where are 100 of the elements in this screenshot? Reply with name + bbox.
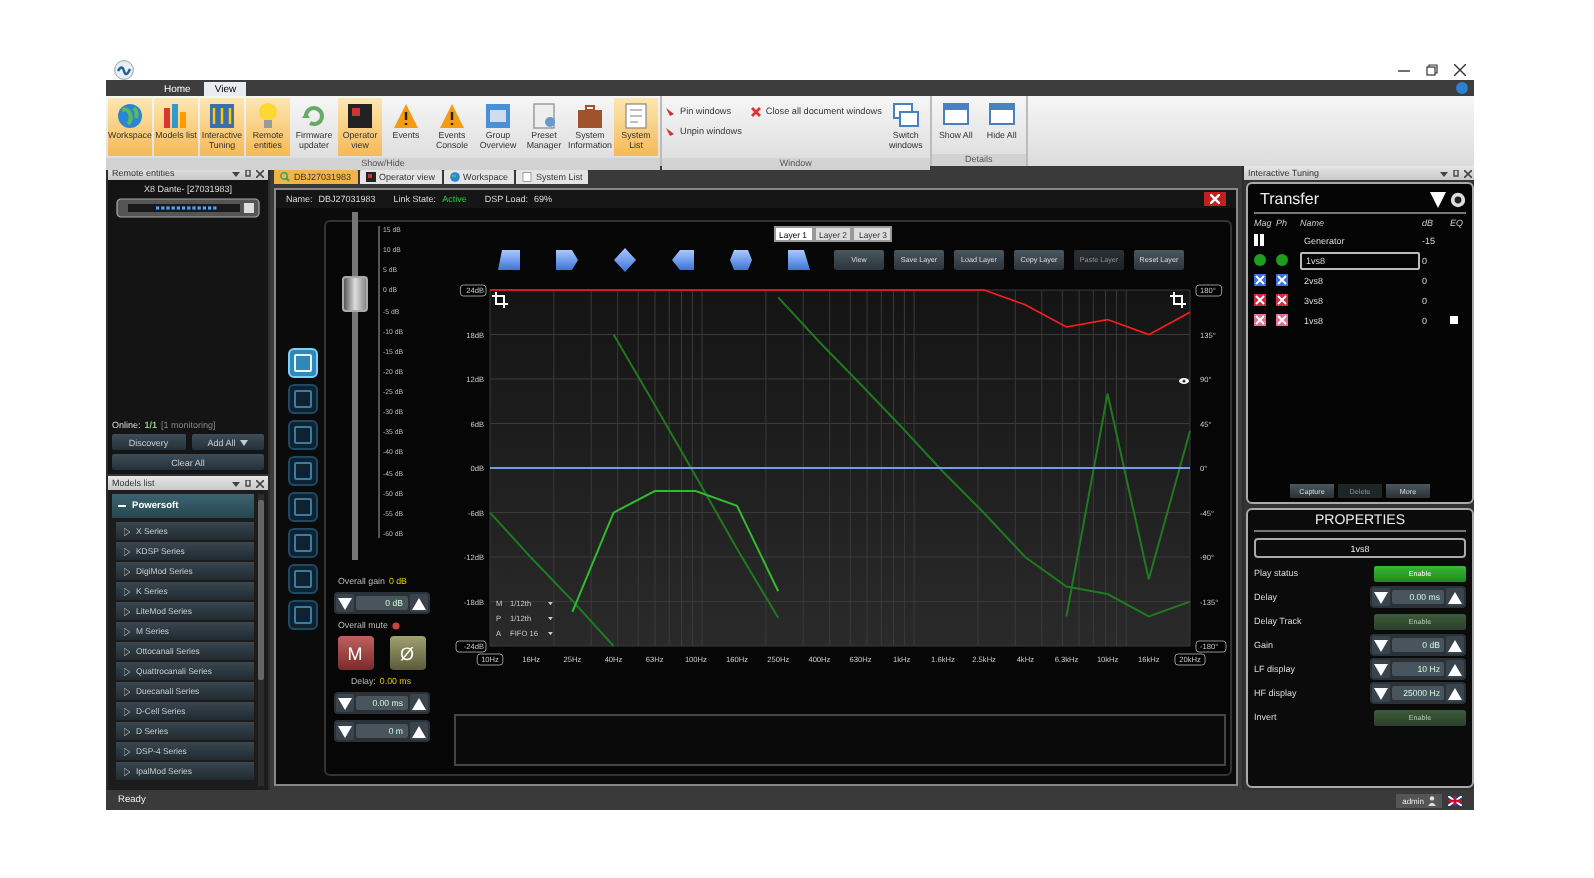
briefcase-icon bbox=[576, 102, 604, 130]
refresh-icon bbox=[300, 102, 328, 130]
window-icon bbox=[484, 102, 512, 130]
diamond-icon[interactable] bbox=[612, 247, 638, 271]
decrease-button[interactable] bbox=[1372, 636, 1390, 654]
increase-button[interactable] bbox=[1446, 588, 1464, 606]
close-icon[interactable] bbox=[1454, 64, 1466, 76]
expand-arrow-icon bbox=[124, 767, 130, 775]
hidden-trace-icon[interactable] bbox=[1254, 294, 1266, 306]
hidden-trace-icon[interactable] bbox=[1254, 274, 1266, 286]
expand-arrow-icon bbox=[124, 707, 130, 715]
collapse-icon bbox=[118, 502, 126, 510]
decrease-button[interactable] bbox=[1372, 588, 1390, 606]
increase-button[interactable] bbox=[1446, 636, 1464, 654]
funnel-icon[interactable] bbox=[1430, 191, 1446, 207]
pin-icon[interactable] bbox=[244, 479, 252, 487]
hidden-trace-icon[interactable] bbox=[1276, 294, 1288, 306]
down-triangle-icon bbox=[337, 697, 351, 709]
expand-arrow-icon bbox=[124, 647, 130, 655]
document-icon bbox=[530, 102, 558, 130]
crop-icon[interactable] bbox=[1169, 291, 1187, 309]
expand-arrow-icon bbox=[124, 667, 130, 675]
document-icon bbox=[521, 171, 532, 181]
increase-button[interactable] bbox=[1446, 684, 1464, 702]
warning-icon bbox=[438, 102, 466, 130]
fader-thumb[interactable] bbox=[341, 276, 367, 313]
up-triangle-icon bbox=[411, 725, 425, 737]
restore-icon[interactable] bbox=[1426, 64, 1438, 76]
increase-button[interactable] bbox=[409, 694, 427, 712]
close-button[interactable] bbox=[1204, 192, 1226, 206]
record-icon bbox=[391, 621, 400, 629]
hexagon-icon[interactable] bbox=[728, 247, 754, 271]
expand-arrow-icon bbox=[124, 627, 130, 635]
transfer-title: Transfer bbox=[1258, 190, 1321, 208]
gear-icon[interactable] bbox=[1450, 191, 1466, 207]
monitor-icon bbox=[346, 102, 374, 130]
hidden-trace-icon[interactable] bbox=[1276, 274, 1288, 286]
decrease-button[interactable] bbox=[335, 722, 353, 740]
dot-icon[interactable] bbox=[1276, 254, 1288, 266]
decrease-button[interactable] bbox=[1372, 660, 1390, 678]
bar-chart-icon bbox=[162, 102, 190, 130]
pin-icon[interactable] bbox=[244, 169, 252, 177]
trapezoid-icon[interactable] bbox=[496, 247, 522, 271]
expand-arrow-icon bbox=[124, 747, 130, 755]
pin-icon[interactable] bbox=[1452, 169, 1460, 177]
expand-arrow-icon bbox=[124, 567, 130, 575]
up-triangle-icon bbox=[411, 597, 425, 609]
app-logo-icon[interactable] bbox=[114, 60, 134, 80]
document-icon bbox=[622, 102, 650, 130]
eye-icon[interactable] bbox=[1179, 378, 1189, 384]
close-icon[interactable] bbox=[256, 479, 264, 487]
close-icon[interactable] bbox=[1464, 169, 1472, 177]
dot-icon[interactable] bbox=[1254, 254, 1266, 266]
amplifier-drawing bbox=[116, 198, 260, 218]
expand-arrow-icon bbox=[124, 527, 130, 535]
phase-invert-button[interactable]: Ø bbox=[389, 636, 425, 670]
trapezoid-icon[interactable] bbox=[786, 247, 812, 271]
close-icon bbox=[1210, 194, 1220, 204]
warning-icon bbox=[392, 102, 420, 130]
close-icon bbox=[749, 105, 762, 117]
magnifier-icon bbox=[280, 171, 290, 181]
decrease-button[interactable] bbox=[335, 594, 353, 612]
monitor-icon bbox=[365, 171, 376, 181]
pentagon-icon[interactable] bbox=[554, 247, 580, 271]
pin-icon bbox=[664, 105, 676, 117]
help-icon[interactable] bbox=[1456, 82, 1468, 94]
down-triangle-icon bbox=[337, 597, 351, 609]
hidden-trace-icon[interactable] bbox=[1254, 314, 1266, 326]
window-icon bbox=[941, 102, 970, 130]
arrow-shape-icon[interactable] bbox=[670, 247, 696, 271]
expand-arrow-icon bbox=[124, 607, 130, 615]
decrease-button[interactable] bbox=[1372, 684, 1390, 702]
expand-arrow-icon bbox=[124, 727, 130, 735]
hidden-trace-icon[interactable] bbox=[1276, 314, 1288, 326]
up-triangle-icon bbox=[1448, 591, 1462, 603]
eq-checkbox[interactable] bbox=[1450, 316, 1458, 324]
minimize-icon[interactable] bbox=[1398, 64, 1410, 76]
caret-icon[interactable] bbox=[548, 602, 553, 606]
close-icon[interactable] bbox=[256, 169, 264, 177]
caret-icon[interactable] bbox=[548, 632, 553, 636]
expand-arrow-icon bbox=[124, 687, 130, 695]
increase-button[interactable] bbox=[1446, 660, 1464, 678]
increase-button[interactable] bbox=[409, 722, 427, 740]
down-triangle-icon bbox=[337, 725, 351, 737]
window-icon bbox=[987, 102, 1016, 130]
windows-icon bbox=[891, 102, 920, 130]
caret-icon[interactable] bbox=[548, 617, 553, 621]
mute-button[interactable]: M bbox=[337, 636, 373, 670]
globe-icon bbox=[449, 171, 460, 181]
decrease-button[interactable] bbox=[335, 694, 353, 712]
pause-icon[interactable] bbox=[1254, 234, 1264, 246]
person-icon bbox=[1428, 795, 1436, 805]
pin-icon bbox=[664, 125, 676, 137]
expand-arrow-icon bbox=[124, 587, 130, 595]
caret-icon bbox=[239, 439, 248, 445]
equalizer-icon bbox=[208, 102, 236, 130]
lightbulb-icon bbox=[254, 102, 282, 130]
crop-icon[interactable] bbox=[491, 291, 509, 309]
flag-icon[interactable] bbox=[1448, 795, 1462, 805]
increase-button[interactable] bbox=[409, 594, 427, 612]
